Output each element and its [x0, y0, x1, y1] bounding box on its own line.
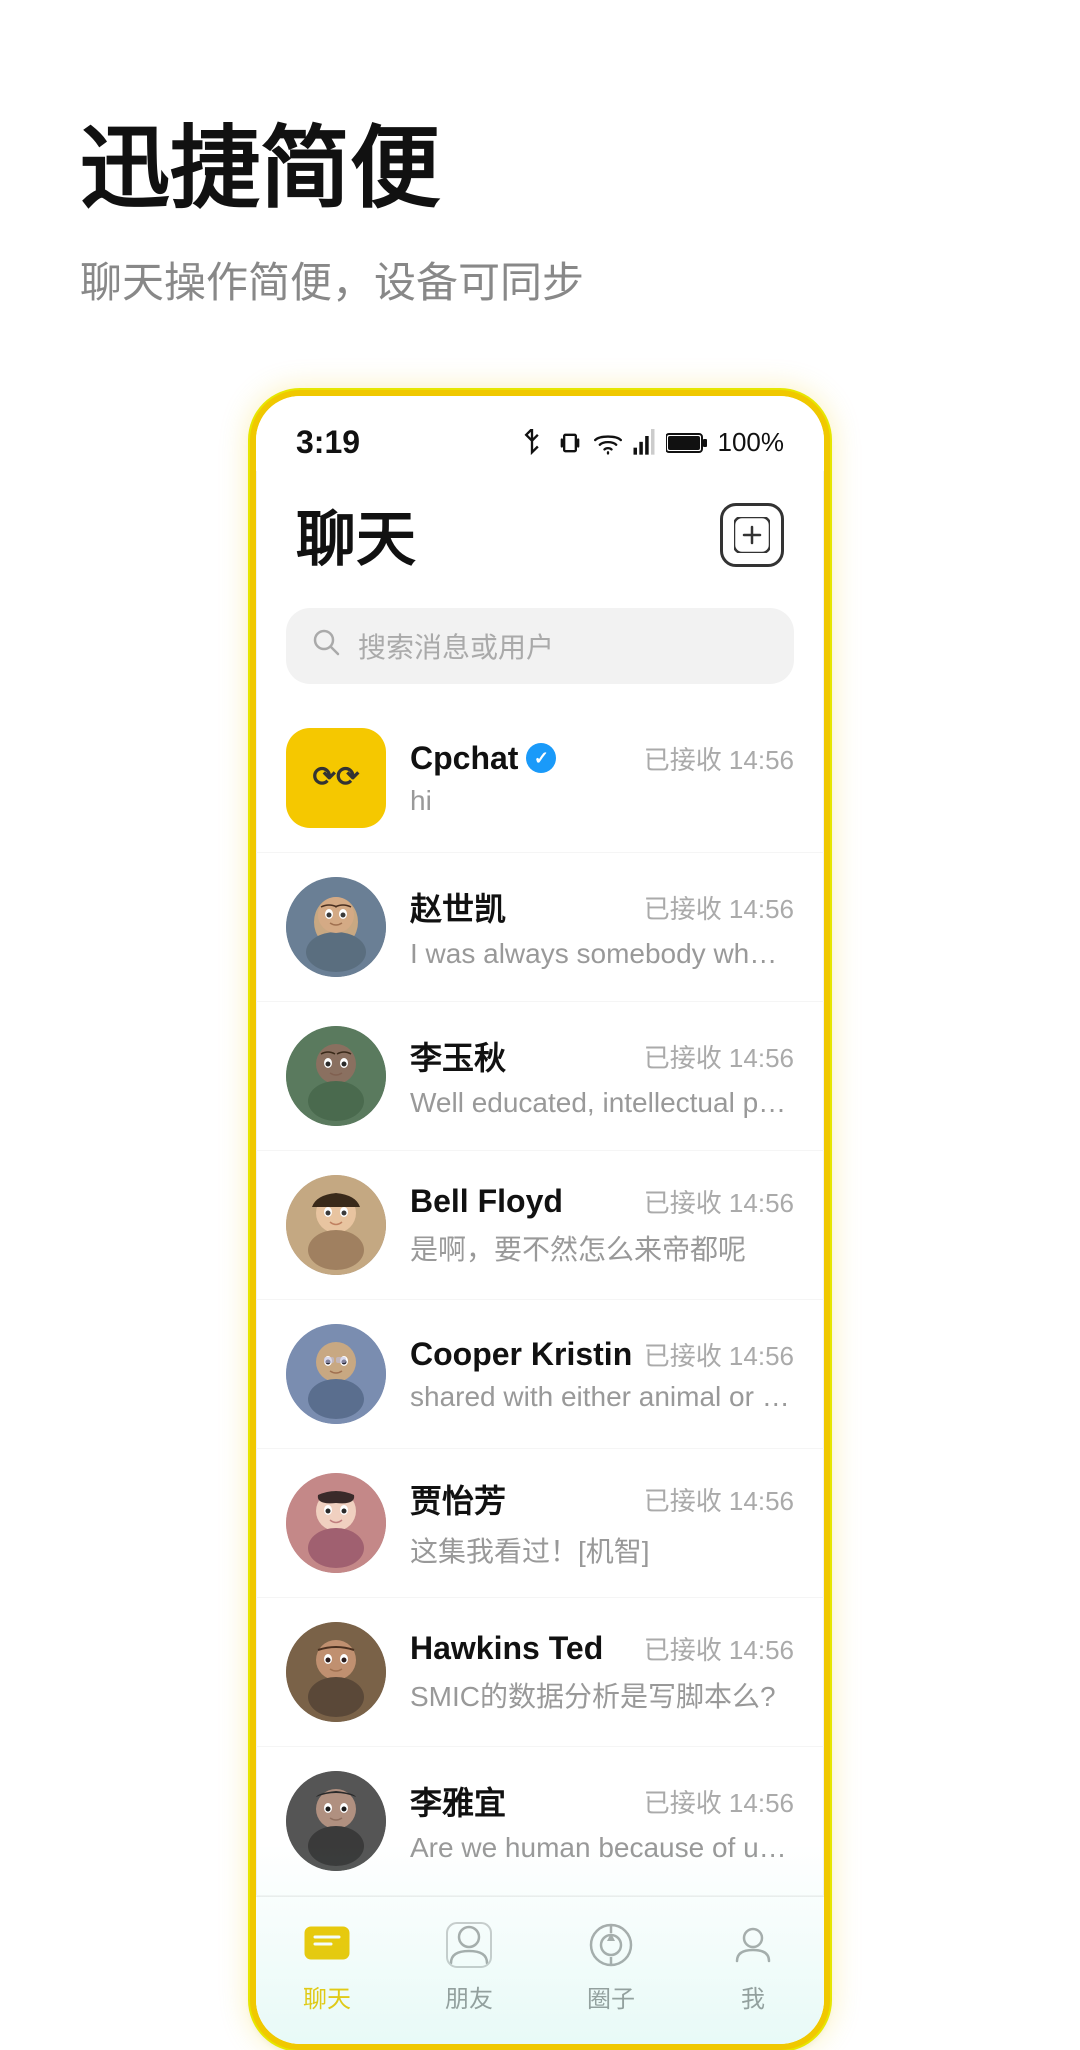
chat-name-3: 李玉秋 — [410, 1033, 506, 1079]
nav-label-chat: 聊天 — [303, 1979, 351, 2014]
chat-content-7: Hawkins Ted 已接收 14:56 SMIC的数据分析是写脚本么? — [410, 1630, 794, 1715]
wifi-icon — [594, 429, 622, 457]
chat-meta-7: 已接收 14:56 — [644, 1630, 794, 1667]
chat-preview-4: 是啊，要不然怎么来帝都呢 — [410, 1228, 790, 1268]
friends-nav-icon — [441, 1917, 497, 1973]
chat-meta-2: 已接收 14:56 — [644, 889, 794, 926]
chat-content-cpchat: Cpchat ✓ 已接收 14:56 hi — [410, 740, 794, 817]
nav-item-me[interactable]: 我 — [725, 1917, 781, 2014]
chat-content-4: Bell Floyd 已接收 14:56 是啊，要不然怎么来帝都呢 — [410, 1183, 794, 1268]
chat-item-7[interactable]: Hawkins Ted 已接收 14:56 SMIC的数据分析是写脚本么? — [256, 1598, 824, 1747]
search-bar[interactable]: 搜索消息或用户 — [286, 608, 794, 684]
hero-section: 迅捷简便 聊天操作简便，设备可同步 — [0, 0, 1080, 370]
chat-content-2: 赵世凯 已接收 14:56 I was always somebody who … — [410, 884, 794, 970]
me-nav-icon — [725, 1917, 781, 1973]
chat-preview-6: 这集我看过！[机智] — [410, 1530, 790, 1570]
nav-label-me: 我 — [741, 1979, 765, 2014]
chat-preview-7: SMIC的数据分析是写脚本么? — [410, 1675, 790, 1715]
phone-screen: 3:19 — [250, 390, 830, 2050]
chat-item-8[interactable]: 李雅宜 已接收 14:56 Are we human because of un… — [256, 1747, 824, 1896]
chat-item-5[interactable]: Cooper Kristin 已接收 14:56 shared with eit… — [256, 1300, 824, 1449]
avatar-2 — [286, 877, 386, 977]
battery-icon — [666, 429, 708, 457]
hero-title: 迅捷简便 — [80, 120, 1000, 219]
chat-item-4[interactable]: Bell Floyd 已接收 14:56 是啊，要不然怎么来帝都呢 — [256, 1151, 824, 1300]
vibrate-icon — [556, 429, 584, 457]
avatar-4 — [286, 1175, 386, 1275]
status-icons: 100% — [518, 427, 785, 458]
nav-item-circle[interactable]: 圈子 — [583, 1917, 639, 2014]
nav-label-friends: 朋友 — [445, 1979, 493, 2014]
chat-item-6[interactable]: 贾怡芳 已接收 14:56 这集我看过！[机智] — [256, 1449, 824, 1598]
chat-name-5: Cooper Kristin — [410, 1336, 632, 1373]
chat-meta-5: 已接收 14:56 — [644, 1336, 794, 1373]
chat-item-cpchat[interactable]: ⟳⟳ Cpchat ✓ 已接收 14:56 hi — [256, 704, 824, 853]
avatar-8 — [286, 1771, 386, 1871]
chat-meta-4: 已接收 14:56 — [644, 1183, 794, 1220]
signal-icon — [632, 429, 656, 457]
chat-name-4: Bell Floyd — [410, 1183, 563, 1220]
nav-item-friends[interactable]: 朋友 — [441, 1917, 497, 2014]
chat-item-3[interactable]: 李玉秋 已接收 14:56 Well educated, intellectua… — [256, 1002, 824, 1151]
chat-preview-cpchat: hi — [410, 785, 790, 817]
add-chat-button[interactable] — [720, 503, 784, 567]
phone-mockup: 3:19 — [0, 370, 1080, 2050]
chat-meta-cpchat: 已接收 14:56 — [644, 740, 794, 777]
status-bar: 3:19 — [256, 396, 824, 471]
chat-name-2: 赵世凯 — [410, 884, 506, 930]
circle-nav-icon — [583, 1917, 639, 1973]
avatar-6 — [286, 1473, 386, 1573]
chat-list: ⟳⟳ Cpchat ✓ 已接收 14:56 hi — [256, 704, 824, 1896]
avatar-5 — [286, 1324, 386, 1424]
chat-nav-icon — [299, 1917, 355, 1973]
chat-meta-3: 已接收 14:56 — [644, 1038, 794, 1075]
chat-name-cpchat: Cpchat ✓ — [410, 740, 556, 777]
bluetooth-icon — [518, 429, 546, 457]
cpchat-logo-icon: ⟳⟳ — [296, 748, 376, 808]
search-placeholder: 搜索消息或用户 — [358, 626, 554, 666]
chat-name-8: 李雅宜 — [410, 1778, 506, 1824]
battery-percent: 100% — [718, 427, 785, 458]
chat-content-3: 李玉秋 已接收 14:56 Well educated, intellectua… — [410, 1033, 794, 1119]
chat-preview-5: shared with either animal or machine? — [410, 1381, 790, 1413]
chat-name-7: Hawkins Ted — [410, 1630, 603, 1667]
chat-content-5: Cooper Kristin 已接收 14:56 shared with eit… — [410, 1336, 794, 1413]
nav-item-chat[interactable]: 聊天 — [299, 1917, 355, 2014]
chat-meta-8: 已接收 14:56 — [644, 1783, 794, 1820]
chat-content-6: 贾怡芳 已接收 14:56 这集我看过！[机智] — [410, 1476, 794, 1570]
avatar-7 — [286, 1622, 386, 1722]
chat-item-2[interactable]: 赵世凯 已接收 14:56 I was always somebody who … — [256, 853, 824, 1002]
search-icon — [310, 626, 342, 666]
avatar-cpchat: ⟳⟳ — [286, 728, 386, 828]
avatar-3 — [286, 1026, 386, 1126]
bottom-nav: 聊天 朋友 — [256, 1896, 824, 2044]
chat-preview-3: Well educated, intellectual people — [410, 1087, 790, 1119]
chat-screen-title: 聊天 — [296, 491, 416, 578]
chat-preview-2: I was always somebody who felt quite ... — [410, 938, 790, 970]
chat-header: 聊天 — [256, 471, 824, 598]
verified-badge: ✓ — [526, 743, 556, 773]
plus-icon — [734, 517, 770, 553]
status-time: 3:19 — [296, 424, 360, 461]
chat-content-8: 李雅宜 已接收 14:56 Are we human because of un… — [410, 1778, 794, 1864]
chat-preview-8: Are we human because of unique traits an… — [410, 1832, 790, 1864]
nav-label-circle: 圈子 — [587, 1979, 635, 2014]
hero-subtitle: 聊天操作简便，设备可同步 — [80, 249, 1000, 310]
chat-name-6: 贾怡芳 — [410, 1476, 506, 1522]
chat-meta-6: 已接收 14:56 — [644, 1481, 794, 1518]
svg-text:⟳⟳: ⟳⟳ — [313, 761, 360, 792]
